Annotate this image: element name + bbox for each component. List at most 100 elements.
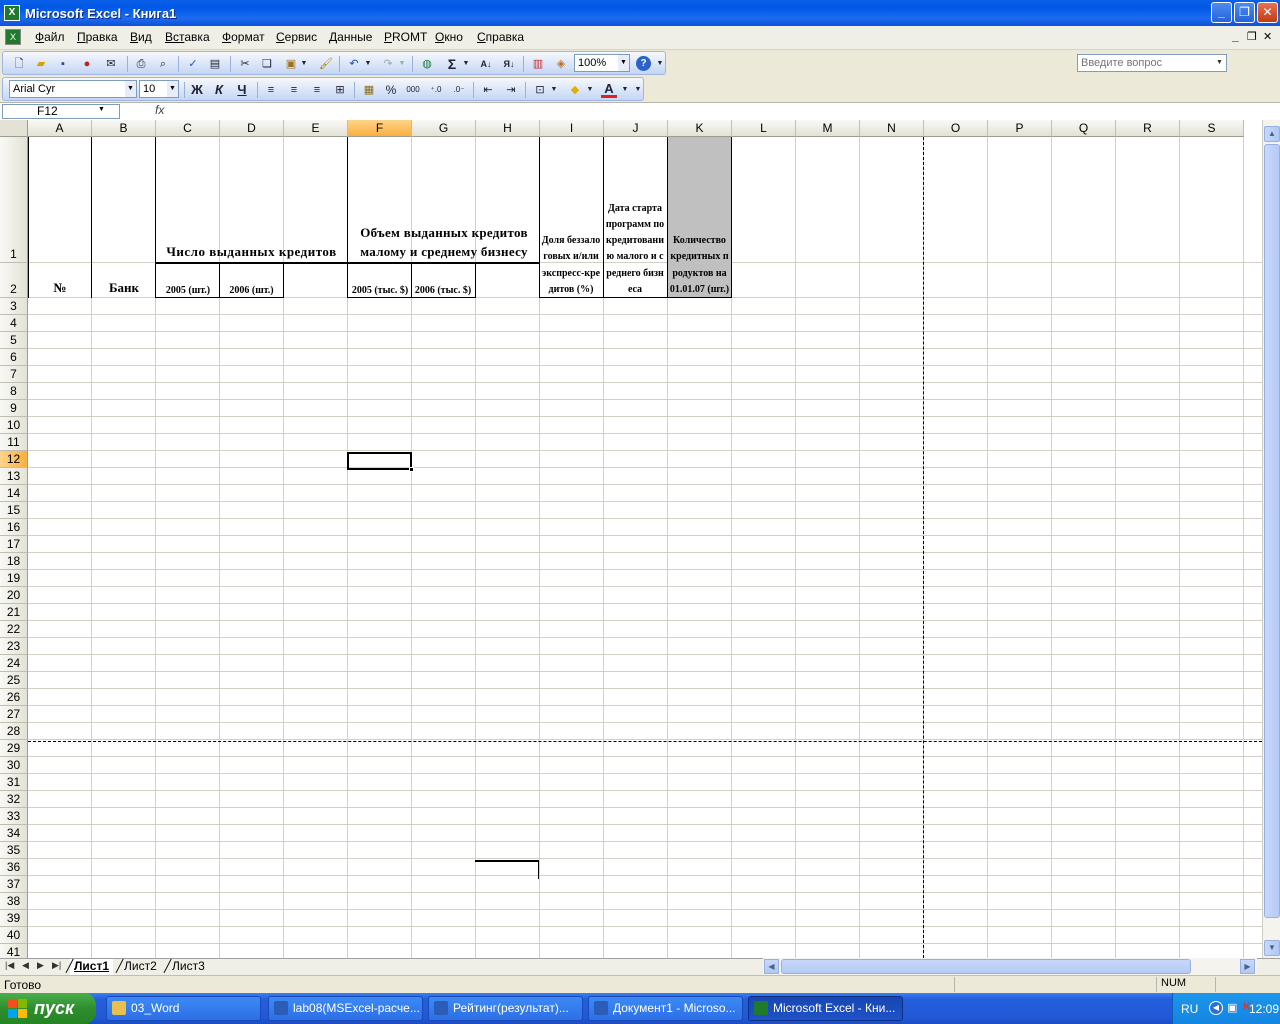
scroll-up-button[interactable]: ▲ (1264, 126, 1280, 142)
row-header-12[interactable]: 12 (0, 451, 28, 468)
scroll-left-button[interactable]: ◀ (764, 959, 779, 974)
row-header-40[interactable]: 40 (0, 927, 28, 944)
cell-B2[interactable]: Банк (93, 280, 155, 298)
column-header-E[interactable]: E (284, 120, 348, 137)
doc-restore-button[interactable]: ❐ (1247, 30, 1257, 43)
toolbar-options-icon[interactable]: ▼ (656, 56, 664, 72)
menu-item[interactable]: Окно (435, 30, 463, 44)
sort-ascending-icon[interactable]: A↓ (478, 56, 494, 72)
sheet-tab[interactable]: Лист3 (168, 959, 209, 975)
row-header-24[interactable]: 24 (0, 655, 28, 672)
row-header-15[interactable]: 15 (0, 502, 28, 519)
row-header-33[interactable]: 33 (0, 808, 28, 825)
align-right-icon[interactable]: ≡ (309, 82, 325, 98)
doc-minimize-button[interactable]: _ (1232, 29, 1239, 43)
cell-C2[interactable]: 2005 (шт.) (156, 281, 220, 298)
fill-color-dropdown-icon[interactable]: ▼ (586, 82, 594, 98)
row-header-22[interactable]: 22 (0, 621, 28, 638)
column-header-F[interactable]: F (348, 120, 412, 137)
row-header-16[interactable]: 16 (0, 519, 28, 536)
taskbar-button[interactable]: Документ1 - Microso... (588, 996, 743, 1021)
row-header-1[interactable]: 1 (0, 137, 28, 263)
menu-item[interactable]: PROMT (384, 30, 427, 44)
row-header-38[interactable]: 38 (0, 893, 28, 910)
row-header-25[interactable]: 25 (0, 672, 28, 689)
row-header-32[interactable]: 32 (0, 791, 28, 808)
merge-center-icon[interactable]: ⊞ (332, 82, 348, 98)
open-folder-icon[interactable]: ▰ (33, 56, 49, 72)
cell-C1[interactable]: Число выданных кредитов (157, 137, 346, 262)
autosum-icon[interactable]: Σ (444, 56, 460, 72)
cell-F2[interactable]: 2005 (тыс. $) (350, 264, 410, 298)
column-header-O[interactable]: O (924, 120, 988, 137)
paste-icon[interactable]: ▣ (283, 56, 299, 72)
fill-color-icon[interactable]: ◆ (567, 82, 583, 98)
row-header-30[interactable]: 30 (0, 757, 28, 774)
row-header-11[interactable]: 11 (0, 434, 28, 451)
paste-dropdown-icon[interactable]: ▼ (300, 56, 308, 72)
column-header-H[interactable]: H (476, 120, 540, 137)
cell-G2[interactable]: 2006 (тыс. $) (413, 264, 473, 298)
zoom-dropdown-icon[interactable]: ▼ (618, 55, 629, 71)
row-header-18[interactable]: 18 (0, 553, 28, 570)
row-header-17[interactable]: 17 (0, 536, 28, 553)
bold-button[interactable]: Ж (189, 82, 205, 98)
row-header-7[interactable]: 7 (0, 366, 28, 383)
print-icon[interactable]: ⎙ (133, 56, 149, 72)
column-header-D[interactable]: D (220, 120, 284, 137)
align-center-icon[interactable]: ≡ (286, 82, 302, 98)
font-name-combo[interactable]: Arial Cyr ▼ (9, 80, 137, 98)
column-header-I[interactable]: I (540, 120, 604, 137)
sort-descending-icon[interactable]: Я↓ (501, 56, 517, 72)
row-header-10[interactable]: 10 (0, 417, 28, 434)
menu-item[interactable]: Правка (77, 30, 118, 44)
network-icon[interactable]: ▣ (1227, 1001, 1237, 1014)
font-size-dropdown-icon[interactable]: ▼ (167, 81, 178, 97)
row-header-14[interactable]: 14 (0, 485, 28, 502)
column-header-S[interactable]: S (1180, 120, 1244, 137)
font-color-dropdown-icon[interactable]: ▼ (621, 82, 629, 98)
excel-app-icon[interactable]: X (4, 5, 20, 21)
row-header-8[interactable]: 8 (0, 383, 28, 400)
increase-decimal-icon[interactable]: ⁺.0 (428, 82, 444, 98)
select-all-corner[interactable] (0, 120, 28, 137)
horizontal-scrollbar[interactable]: ◀ ▶ (763, 958, 1257, 975)
cut-icon[interactable]: ✂ (237, 56, 253, 72)
vertical-scrollbar[interactable]: ▲ ▼ (1262, 120, 1280, 958)
thousands-separator-button[interactable]: 000 (405, 82, 421, 98)
redo-icon[interactable]: ↷ (380, 56, 396, 72)
menu-item[interactable]: Справка (477, 30, 524, 44)
sheet-tab[interactable]: Лист2 (120, 959, 161, 975)
taskbar-button[interactable]: Microsoft Excel - Кни... (748, 996, 903, 1021)
help-icon[interactable]: ? (636, 56, 651, 71)
cell-F1[interactable]: Объем выданных кредитов малому и среднем… (360, 137, 528, 262)
cell-I1[interactable]: Доля беззалоговых и/или экспресс-кредито… (541, 137, 601, 298)
language-indicator[interactable]: RU (1181, 1002, 1198, 1016)
insert-function-icon[interactable]: fx (155, 103, 164, 117)
font-size-combo[interactable]: 10 ▼ (139, 80, 179, 98)
row-header-9[interactable]: 9 (0, 400, 28, 417)
hyperlink-icon[interactable]: ◍ (419, 56, 435, 72)
toolbar-options-icon[interactable]: ▼ (634, 82, 642, 98)
drawing-icon[interactable]: ◈ (553, 56, 569, 72)
row-header-21[interactable]: 21 (0, 604, 28, 621)
active-cell-F12[interactable] (347, 452, 412, 470)
column-header-R[interactable]: R (1116, 120, 1180, 137)
menu-item[interactable]: Файл (35, 30, 65, 44)
help-dropdown-icon[interactable]: ▼ (1213, 55, 1226, 71)
align-left-icon[interactable]: ≡ (263, 82, 279, 98)
cell-J1[interactable]: Дата старта программ по кредитованию мал… (605, 137, 665, 298)
menu-item[interactable]: Формат (222, 30, 265, 44)
row-header-2[interactable]: 2 (0, 263, 28, 298)
menu-item[interactable]: Сервис (276, 30, 317, 44)
row-header-5[interactable]: 5 (0, 332, 28, 349)
tray-expand-icon[interactable]: ◀ (1209, 1001, 1223, 1015)
column-header-M[interactable]: M (796, 120, 860, 137)
currency-icon[interactable]: ▦ (361, 82, 377, 98)
taskbar-button[interactable]: Рейтинг(результат)... (428, 996, 583, 1021)
row-header-26[interactable]: 26 (0, 689, 28, 706)
column-header-N[interactable]: N (860, 120, 924, 137)
row-header-34[interactable]: 34 (0, 825, 28, 842)
worksheet-grid[interactable]: A B C D E F G H I J K L M N O P Q R S 1 2 3 4 5 6 7 8 9 10 11 12 13 14 15… (0, 120, 1262, 958)
menu-item[interactable]: Вид (130, 30, 152, 44)
